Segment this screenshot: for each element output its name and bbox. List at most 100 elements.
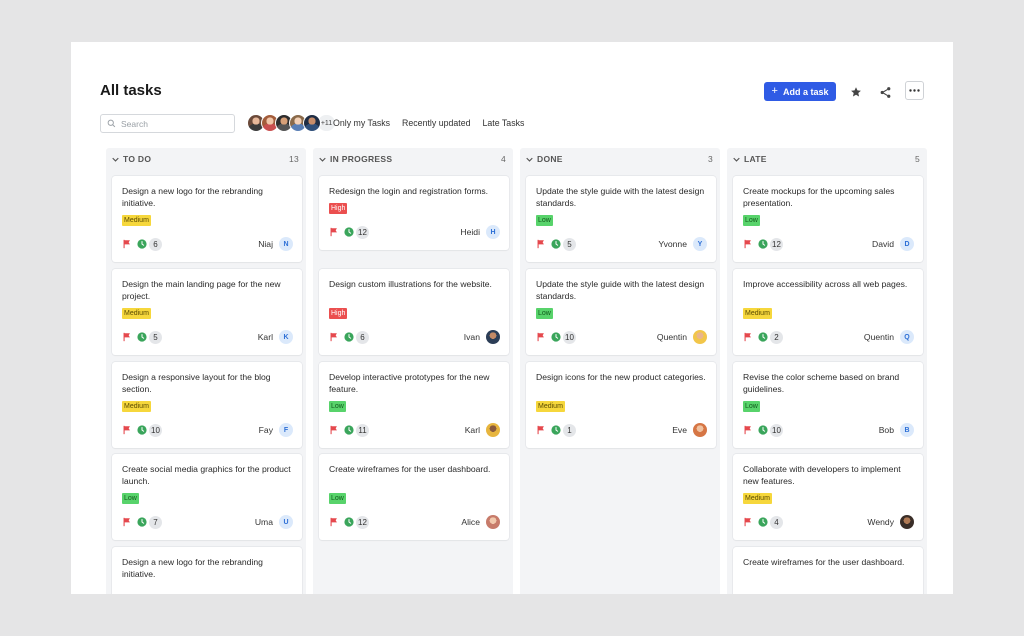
flag-icon[interactable] [122,517,132,527]
task-title: Update the style guide with the latest d… [536,186,705,208]
chevron-down-icon[interactable] [317,157,327,162]
comment-count: 7 [149,515,162,529]
task-card[interactable]: Create wireframes for the user dashboard… [319,454,509,540]
comment-count: 10 [563,330,576,344]
task-card[interactable]: Design a new logo for the rebranding ini… [112,176,302,262]
task-card[interactable]: Improve accessibility across all web pag… [733,269,923,355]
plus-icon: + [771,85,778,97]
card-footer: 2 Quentin Q [743,330,914,344]
assignee-avatar: F [279,423,293,437]
clock-icon [758,425,768,435]
assignee-name: Ivan [463,332,480,342]
search-icon [107,119,116,128]
chevron-down-icon[interactable] [524,157,534,162]
assignee-name: Karl [464,425,480,435]
clock-icon [137,239,147,249]
task-title: Design the main landing page for the new… [122,279,281,301]
assignee-name: Alice [461,517,480,527]
filter-recently-updated[interactable]: Recently updated [402,118,470,128]
flag-icon[interactable] [329,517,339,527]
page-title: All tasks [100,82,162,99]
assignee-avatar: N [279,237,293,251]
column-title: TO DO [123,154,152,164]
assignee-avatar [900,515,914,529]
task-card[interactable]: Revise the color scheme based on brand g… [733,362,923,448]
share-icon[interactable] [876,83,894,101]
task-card[interactable]: Design icons for the new product categor… [526,362,716,448]
task-title: Improve accessibility across all web pag… [743,279,908,289]
assignee-name: Wendy [867,517,894,527]
chevron-down-icon[interactable] [110,157,120,162]
column-late: LATE 5 Create mockups for the upcoming sal… [727,148,927,594]
column-header[interactable]: LATE 5 [727,148,927,170]
filter-only-my-tasks[interactable]: Only my Tasks [333,118,390,128]
task-card[interactable]: Design a responsive layout for the blog … [112,362,302,448]
task-card[interactable]: Design a new logo for the rebranding ini… [112,547,302,594]
flag-icon[interactable] [743,332,753,342]
assignee-avatar: Q [900,330,914,344]
priority-badge: High [329,203,348,214]
flag-icon[interactable] [122,425,132,435]
task-card[interactable]: Design custom illustrations for the webs… [319,269,509,355]
task-title: Create mockups for the upcoming sales pr… [743,186,895,208]
task-card[interactable]: Create social media graphics for the pro… [112,454,302,540]
comment-count: 12 [770,237,783,251]
task-card[interactable]: Design the main landing page for the new… [112,269,302,355]
flag-icon[interactable] [122,332,132,342]
comment-count: 1 [563,423,576,437]
search-input[interactable] [121,118,221,129]
task-title: Develop interactive prototypes for the n… [329,372,490,394]
star-icon[interactable] [847,83,865,101]
task-card[interactable]: Update the style guide with the latest d… [526,269,716,355]
priority-badge: Low [536,215,553,226]
flag-icon[interactable] [329,227,339,237]
column-header[interactable]: DONE 3 [520,148,720,170]
flag-icon[interactable] [329,425,339,435]
chevron-down-icon[interactable] [731,157,741,162]
column-count: 13 [288,154,299,164]
column-count: 4 [500,154,506,164]
column-header[interactable]: IN PROGRESS 4 [313,148,513,170]
column-in-progress: IN PROGRESS 4 Redesign the login and regis… [313,148,513,594]
column-count: 5 [914,154,920,164]
priority-badge: Medium [743,493,772,504]
flag-icon[interactable] [122,239,132,249]
search-box[interactable] [100,114,235,133]
task-card[interactable]: Create mockups for the upcoming sales pr… [733,176,923,262]
flag-icon[interactable] [536,332,546,342]
assignee-avatar: D [900,237,914,251]
task-card[interactable]: Develop interactive prototypes for the n… [319,362,509,448]
card-footer: 5 Yvonne Y [536,237,707,251]
task-card[interactable]: Collaborate with developers to implement… [733,454,923,540]
flag-icon[interactable] [536,425,546,435]
more-options-icon[interactable] [905,81,924,100]
column-title: LATE [744,154,767,164]
task-card[interactable]: Redesign the login and registration form… [319,176,509,250]
flag-icon[interactable] [743,517,753,527]
priority-badge: High [329,308,348,319]
assignee-avatar [693,423,707,437]
comment-count: 12 [356,225,369,239]
board-panel: All tasks + Add a task +11 Only my Tasks… [71,42,953,594]
avatar [303,114,321,132]
column-to-do: TO DO 13 Design a new logo for the rebrand… [106,148,306,594]
task-title: Create wireframes for the user dashboard… [743,557,905,567]
assignee-name: Quentin [656,332,687,342]
priority-badge: Low [743,215,760,226]
task-title: Design a new logo for the rebranding ini… [122,557,263,579]
flag-icon[interactable] [743,239,753,249]
card-footer: 12 Alice [329,515,500,529]
flag-icon[interactable] [536,239,546,249]
task-title: Design a responsive layout for the blog … [122,372,271,394]
team-avatars[interactable]: +11 [247,114,336,132]
filter-late-tasks[interactable]: Late Tasks [483,118,525,128]
add-task-button[interactable]: + Add a task [764,82,836,101]
task-title: Create social media graphics for the pro… [122,464,291,486]
task-card[interactable]: Update the style guide with the latest d… [526,176,716,262]
task-card[interactable]: Create wireframes for the user dashboard… [733,547,923,594]
clock-icon [344,517,354,527]
flag-icon[interactable] [329,332,339,342]
clock-icon [137,332,147,342]
flag-icon[interactable] [743,425,753,435]
column-header[interactable]: TO DO 13 [106,148,306,170]
